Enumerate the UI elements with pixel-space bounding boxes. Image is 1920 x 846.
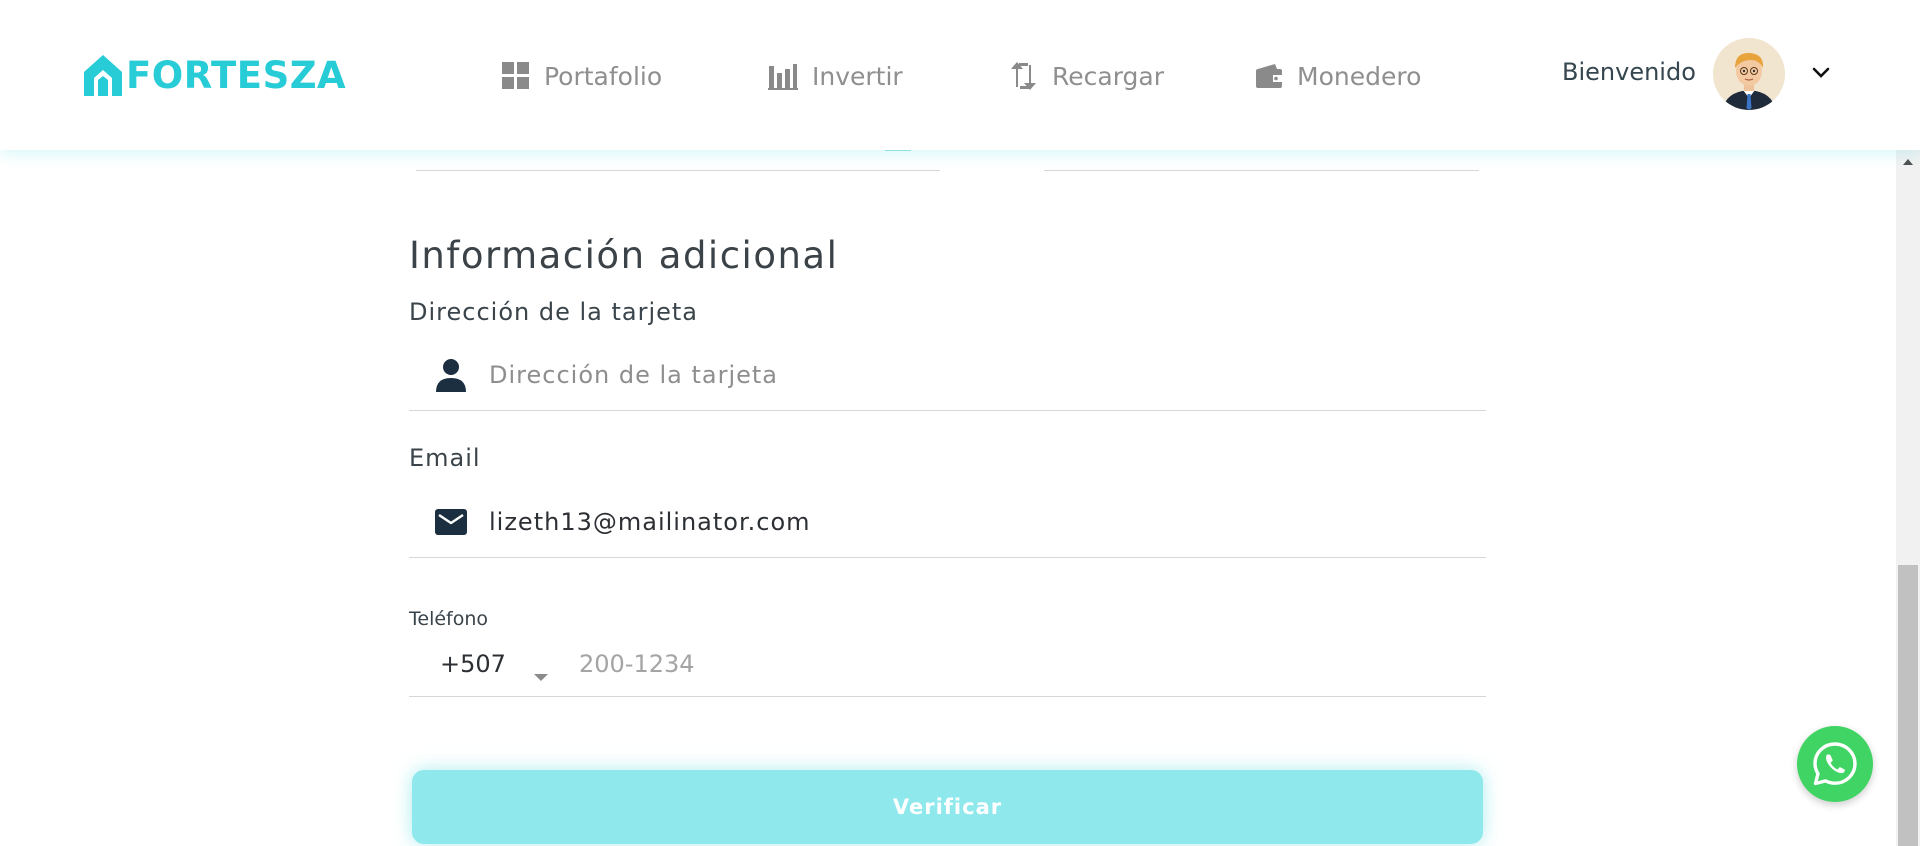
email-input[interactable] bbox=[489, 508, 1439, 536]
nav-label: Invertir bbox=[812, 61, 903, 91]
nav-recargar[interactable]: Recargar bbox=[1010, 56, 1164, 96]
brand-logo[interactable]: FORTESZA bbox=[82, 50, 346, 100]
address-input[interactable] bbox=[489, 361, 1439, 389]
phone-field: +507 bbox=[409, 636, 1486, 697]
brand-name: FORTESZA bbox=[126, 53, 347, 97]
top-navbar: FORTESZA Portafolio Invertir Recargar Mo… bbox=[0, 0, 1920, 150]
nav-label: Monedero bbox=[1297, 61, 1422, 91]
whatsapp-button[interactable] bbox=[1797, 726, 1873, 802]
verify-button[interactable]: Verificar bbox=[412, 770, 1483, 844]
field-underline bbox=[1044, 170, 1479, 171]
bar-chart-icon bbox=[768, 64, 798, 90]
nav-label: Portafolio bbox=[544, 61, 663, 91]
field-underline bbox=[416, 170, 940, 171]
country-code-select[interactable]: +507 bbox=[440, 650, 506, 678]
address-label: Dirección de la tarjeta bbox=[409, 298, 699, 326]
house-logo-icon bbox=[84, 55, 122, 96]
email-field[interactable] bbox=[409, 487, 1486, 558]
section-title: Información adicional bbox=[409, 234, 839, 277]
nav-label: Recargar bbox=[1052, 61, 1164, 91]
phone-label: Teléfono bbox=[409, 608, 489, 630]
email-label: Email bbox=[409, 444, 481, 472]
dashboard-icon bbox=[502, 62, 529, 89]
whatsapp-icon bbox=[1813, 742, 1857, 786]
phone-input[interactable] bbox=[579, 650, 1459, 678]
chevron-down-icon bbox=[1812, 67, 1830, 78]
person-icon bbox=[435, 359, 467, 392]
wallet-icon bbox=[1256, 64, 1282, 88]
nav-invertir[interactable]: Invertir bbox=[768, 56, 903, 96]
user-avatar-icon bbox=[1713, 38, 1785, 110]
mail-icon bbox=[435, 506, 467, 538]
nav-monedero[interactable]: Monedero bbox=[1255, 56, 1421, 96]
avatar[interactable] bbox=[1713, 38, 1785, 110]
account-menu-toggle[interactable] bbox=[1810, 62, 1832, 84]
caret-down-icon[interactable] bbox=[534, 674, 548, 681]
welcome-text: Bienvenido bbox=[1562, 58, 1696, 86]
scrollbar-thumb[interactable] bbox=[1898, 565, 1918, 846]
transfer-icon bbox=[1011, 62, 1036, 90]
nav-portafolio[interactable]: Portafolio bbox=[502, 56, 662, 96]
address-field[interactable] bbox=[409, 340, 1486, 411]
scroll-up-arrow-icon[interactable] bbox=[1903, 159, 1913, 165]
